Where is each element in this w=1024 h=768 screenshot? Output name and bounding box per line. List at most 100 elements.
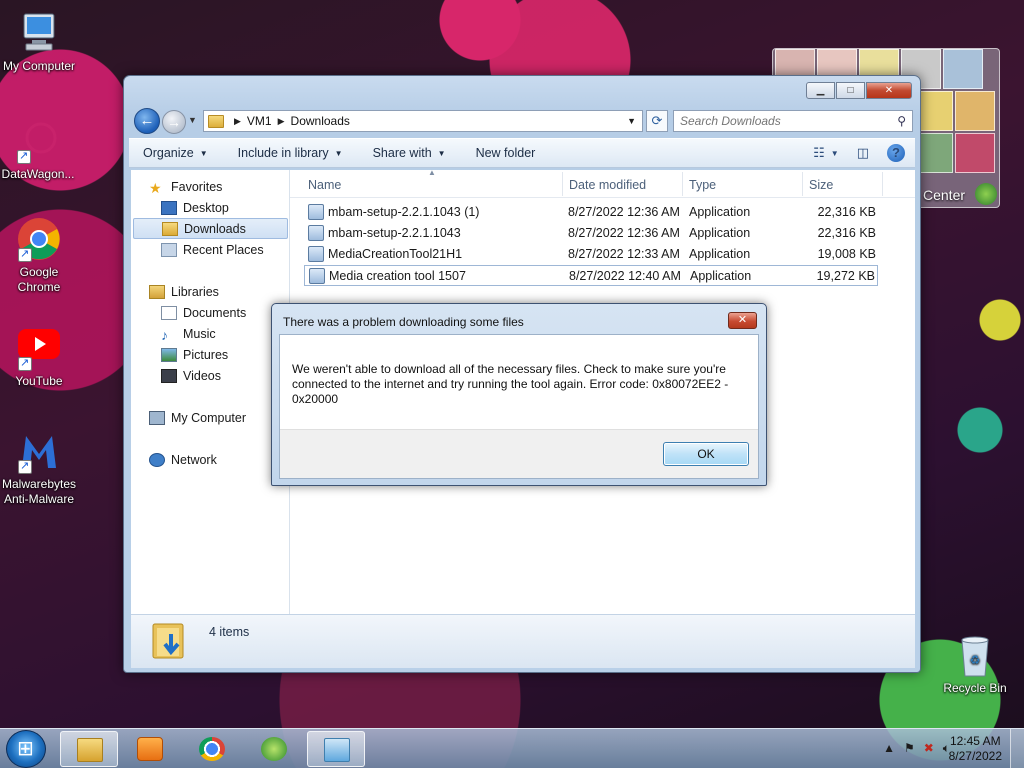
chevron-down-icon: ▼ (334, 148, 343, 158)
share-with-menu[interactable]: Share with ▼ (373, 146, 446, 160)
svg-text:♻: ♻ (970, 653, 981, 667)
taskbar-media-player[interactable] (121, 731, 179, 767)
details-pane: 4 items (131, 614, 915, 668)
breadcrumb-separator-icon[interactable]: ▶ (234, 116, 241, 127)
nav-label: Pictures (183, 347, 229, 362)
organize-menu[interactable]: Organize ▼ (143, 146, 208, 160)
recycle-bin-icon: ♻ (952, 632, 998, 678)
music-note-icon: ♪ (161, 326, 168, 343)
column-divider[interactable] (682, 172, 683, 196)
file-date: 8/27/2022 12:36 AM (568, 205, 680, 219)
recent-places-icon (161, 242, 177, 257)
show-desktop-button[interactable] (1010, 729, 1024, 768)
show-hidden-icons-icon[interactable]: ▲ (883, 741, 895, 756)
help-button[interactable]: ? (887, 144, 905, 162)
include-in-library-menu[interactable]: Include in library ▼ (238, 146, 343, 160)
column-header-row: Name ▲ Date modified Type Size (290, 168, 915, 198)
organize-label: Organize (143, 146, 194, 160)
nav-desktop[interactable]: Desktop (161, 197, 286, 218)
breadcrumb-separator-icon[interactable]: ▶ (278, 116, 285, 127)
desktop-icon (161, 200, 177, 215)
network-icon[interactable]: ✖ (924, 741, 934, 756)
file-date: 8/27/2022 12:33 AM (568, 247, 680, 261)
nav-label: Desktop (183, 200, 229, 215)
nav-videos[interactable]: Videos (161, 365, 286, 386)
taskbar-media-creation-tool[interactable] (307, 731, 365, 767)
computer-icon (149, 410, 165, 425)
view-options-dropdown-icon[interactable]: ▼ (831, 149, 839, 158)
address-dropdown-icon[interactable]: ▼ (621, 116, 642, 126)
recent-pages-dropdown[interactable]: ▼ (188, 115, 197, 125)
file-row[interactable]: mbam-setup-2.2.1.1043 (1) 8/27/2022 12:3… (304, 202, 878, 223)
desktop-icon-malwarebytes[interactable]: Malwarebytes Anti-Malware (0, 428, 81, 507)
nav-recent-places[interactable]: Recent Places (161, 239, 286, 260)
forward-arrow-icon: → (167, 114, 181, 130)
breadcrumb-vm1[interactable]: VM1 (247, 114, 272, 128)
taskbar-chrome[interactable] (183, 731, 241, 767)
navigation-bar: ← → ▼ ▶ VM1 ▶ Downloads ▼ ⟳ ⚲ (132, 108, 913, 134)
desktop-icon-youtube[interactable]: YouTube (0, 325, 81, 389)
search-box[interactable]: ⚲ (673, 110, 913, 132)
new-folder-button[interactable]: New folder (476, 146, 536, 160)
file-row[interactable]: mbam-setup-2.2.1.1043 8/27/2022 12:36 AM… (304, 223, 878, 244)
change-view-icon[interactable]: ☷ (813, 145, 825, 161)
desktop-icon-google-chrome[interactable]: Google Chrome (0, 216, 81, 295)
back-button[interactable]: ← (134, 108, 160, 134)
file-row[interactable]: Media creation tool 1507 8/27/2022 12:40… (304, 265, 878, 286)
column-date-modified[interactable]: Date modified (569, 178, 646, 192)
address-bar[interactable]: ▶ VM1 ▶ Downloads ▼ (203, 110, 643, 132)
nav-music[interactable]: ♪ Music (161, 323, 286, 344)
ok-button[interactable]: OK (663, 442, 749, 466)
file-name: MediaCreationTool21H1 (328, 247, 463, 261)
column-name[interactable]: Name (308, 178, 341, 192)
column-divider[interactable] (802, 172, 803, 196)
desktop-icon-my-computer[interactable]: My Computer (0, 10, 81, 74)
shortcut-arrow-icon (18, 356, 32, 371)
taskbar-explorer[interactable] (60, 731, 118, 767)
nav-libraries[interactable]: Libraries (149, 281, 306, 302)
search-input[interactable] (680, 114, 898, 128)
breadcrumb-downloads[interactable]: Downloads (291, 114, 350, 128)
desktop-icon-datawagon[interactable]: DataWagon... (0, 118, 80, 182)
action-center-icon[interactable]: ⚑ (904, 741, 915, 756)
application-icon (309, 268, 325, 284)
videos-icon (161, 368, 177, 383)
nav-label: My Computer (171, 410, 247, 425)
close-button[interactable]: ✕ (866, 82, 912, 99)
nav-label: Music (183, 326, 216, 341)
chevron-down-icon: ▼ (437, 148, 446, 158)
start-button[interactable] (6, 730, 46, 768)
desktop-icon-label: Malwarebytes Anti-Malware (1, 477, 77, 506)
file-size: 19,008 KB (817, 247, 876, 261)
gadget-label: Center (923, 187, 966, 203)
desktop-icon-recycle-bin[interactable]: ♻ Recycle Bin (933, 632, 1017, 696)
column-type[interactable]: Type (689, 178, 716, 192)
nav-pictures[interactable]: Pictures (161, 344, 286, 365)
application-icon (308, 246, 324, 262)
maximize-button[interactable]: □ (836, 82, 865, 99)
refresh-button[interactable]: ⟳ (646, 110, 668, 132)
nav-favorites[interactable]: ★ Favorites (149, 176, 306, 197)
nav-documents[interactable]: Documents (161, 302, 286, 323)
column-divider[interactable] (562, 172, 563, 196)
dialog-body: We weren't able to download all of the n… (279, 334, 759, 479)
column-divider[interactable] (882, 172, 883, 196)
item-count: 4 items (209, 625, 250, 639)
nav-label: Favorites (171, 179, 223, 194)
dialog-footer: OK (280, 429, 758, 478)
column-size[interactable]: Size (809, 178, 833, 192)
error-dialog[interactable]: There was a problem downloading some fil… (271, 303, 767, 486)
taskbar-clock[interactable]: 12:45 AM 8/27/2022 (949, 734, 1002, 764)
file-row[interactable]: MediaCreationTool21H1 8/27/2022 12:33 AM… (304, 244, 878, 265)
dialog-close-button[interactable]: ✕ (728, 312, 757, 329)
network-icon (149, 452, 165, 467)
search-icon[interactable]: ⚲ (897, 114, 906, 128)
desktop-icon-label: Google Chrome (17, 265, 61, 294)
dialog-title: There was a problem downloading some fil… (283, 315, 524, 329)
nav-downloads[interactable]: Downloads (133, 218, 288, 239)
media-player-icon (137, 737, 163, 761)
preview-pane-icon[interactable]: ◫ (857, 145, 869, 161)
minimize-button[interactable]: ▁ (806, 82, 835, 99)
forward-button[interactable]: → (162, 110, 186, 134)
taskbar-windows-media-center[interactable] (245, 731, 303, 767)
